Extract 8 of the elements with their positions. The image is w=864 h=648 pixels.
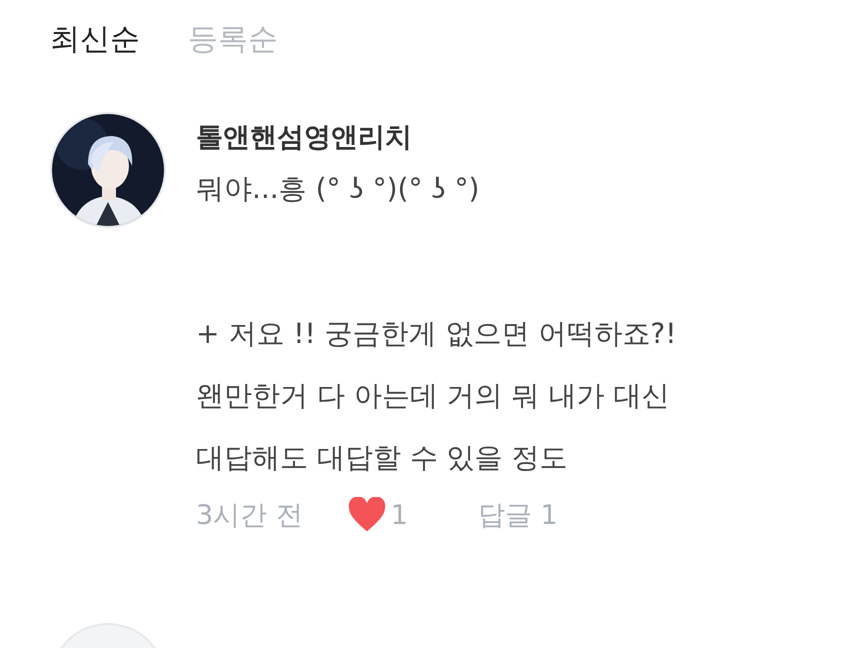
like-button[interactable]: 1 (346, 497, 408, 533)
timestamp: 3시간 전 (196, 499, 303, 533)
author-name[interactable]: 톨앤핸섬영앤리치 (196, 118, 676, 158)
reply-link[interactable]: 답글 1 (478, 497, 558, 533)
sort-tab[interactable]: 최신순 (50, 18, 140, 62)
sort-tab[interactable]: 등록순 (188, 18, 278, 62)
comment-text: 뭐야...흥 (° ʖ °)(° ʖ °) (196, 171, 480, 207)
comment-text: + 저요 !! 궁금한게 없으면 어떡하죠?! 왠만한거 다 아는데 거의 뭐 내가 대신 대답해도 대답할 수 있을 정도 (196, 316, 676, 476)
